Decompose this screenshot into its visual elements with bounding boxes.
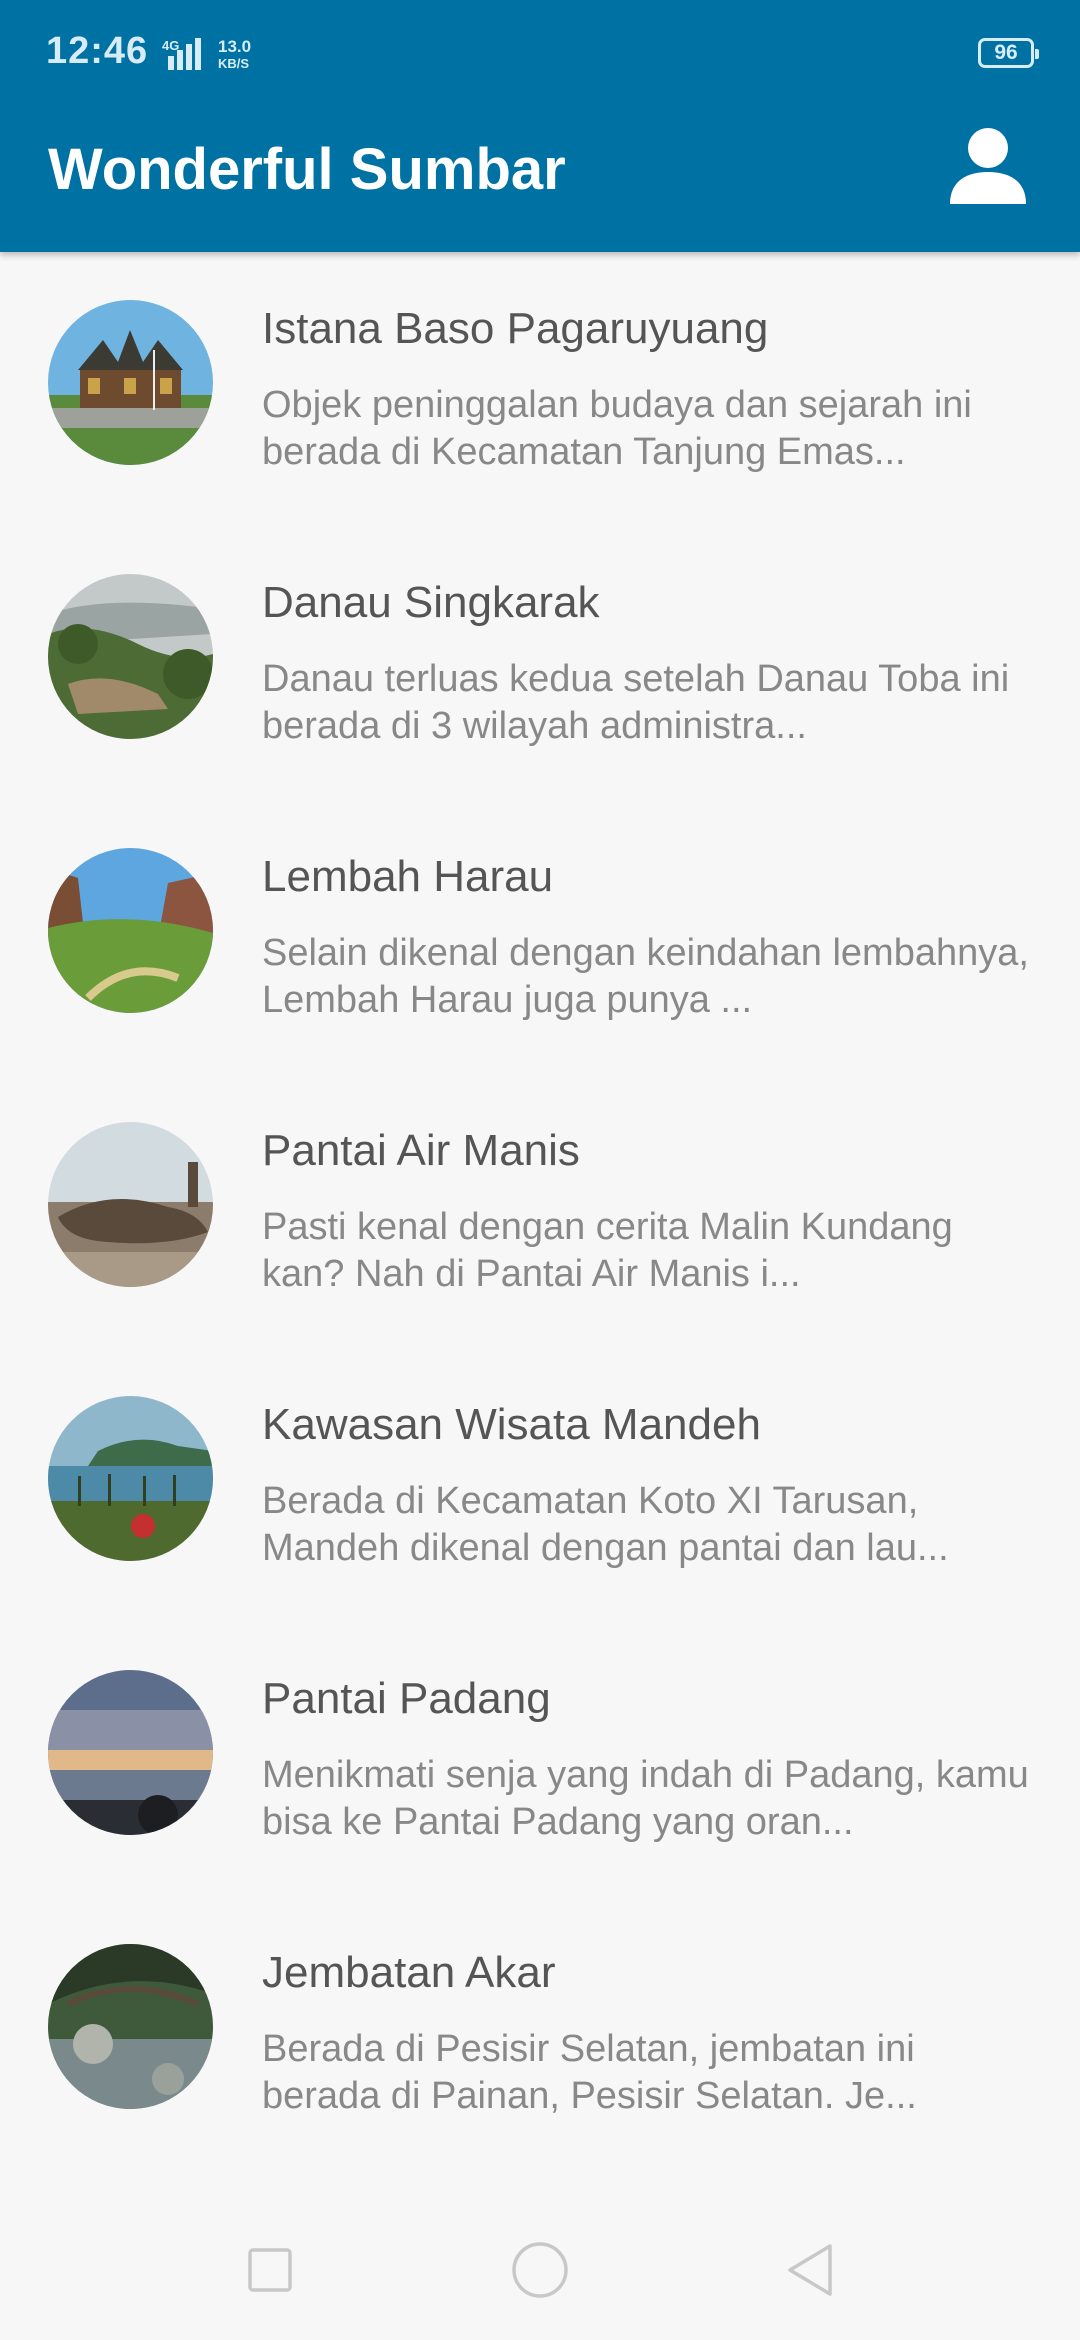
list-item[interactable]: Istana Baso Pagaruyuang Objek peninggala… <box>0 252 1080 526</box>
circle-icon[interactable] <box>510 2240 570 2300</box>
place-description: Berada di Kecamatan Koto XI Tarusan, Man… <box>262 1480 949 1569</box>
app-title: Wonderful Sumbar <box>48 137 566 202</box>
place-description: Menikmati senja yang indah di Padang, ka… <box>262 1754 1029 1843</box>
battery-icon: 96 <box>978 38 1039 68</box>
speed-unit: KB/S <box>218 56 249 71</box>
place-description: Pasti kenal dengan cerita Malin Kundang … <box>262 1206 953 1295</box>
place-title: Danau Singkarak <box>262 578 600 627</box>
square-icon[interactable] <box>240 2240 300 2300</box>
list-item[interactable]: Danau Singkarak Danau terluas kedua sete… <box>0 526 1080 800</box>
place-thumbnail <box>48 1396 213 1561</box>
place-title: Kawasan Wisata Mandeh <box>262 1400 761 1449</box>
network-type: 4G <box>162 38 179 53</box>
place-title: Jembatan Akar <box>262 1948 556 1997</box>
place-description: Berada di Pesisir Selatan, jembatan ini … <box>262 2028 917 2117</box>
place-title: Pantai Air Manis <box>262 1126 580 1175</box>
list-item[interactable]: Kawasan Wisata Mandeh Berada di Kecamata… <box>0 1348 1080 1622</box>
status-time: 12:46 <box>46 30 149 72</box>
place-thumbnail <box>48 300 213 465</box>
speed-value: 13.0 <box>218 37 251 56</box>
places-list: Istana Baso Pagaruyuang Objek peninggala… <box>0 252 1080 2170</box>
place-thumbnail <box>48 848 213 1013</box>
status-bar: 12:46 4G 13.0 KB/S 96 <box>0 0 1080 110</box>
list-item[interactable]: Jembatan Akar Berada di Pesisir Selatan,… <box>0 1896 1080 2170</box>
person-icon[interactable] <box>948 126 1028 206</box>
place-description: Danau terluas kedua setelah Danau Toba i… <box>262 658 1010 747</box>
place-thumbnail <box>48 1944 213 2109</box>
list-item[interactable]: Lembah Harau Selain dikenal dengan keind… <box>0 800 1080 1074</box>
place-thumbnail <box>48 1122 213 1287</box>
place-description: Objek peninggalan budaya dan sejarah ini… <box>262 384 972 473</box>
place-title: Lembah Harau <box>262 852 554 901</box>
signal-icon: 4G 13.0 KB/S <box>162 37 251 71</box>
place-thumbnail <box>48 1670 213 1835</box>
place-title: Pantai Padang <box>262 1674 551 1723</box>
list-item[interactable]: Pantai Air Manis Pasti kenal dengan ceri… <box>0 1074 1080 1348</box>
battery-level: 96 <box>994 41 1018 64</box>
place-description: Selain dikenal dengan keindahan lembahny… <box>262 932 1029 1021</box>
system-nav-bar <box>0 2196 1080 2340</box>
triangle-back-icon[interactable] <box>780 2240 840 2300</box>
place-title: Istana Baso Pagaruyuang <box>262 304 769 353</box>
app-bar: 12:46 4G 13.0 KB/S 96 Wonderful Sumbar <box>0 0 1080 252</box>
list-item[interactable]: Pantai Padang Menikmati senja yang indah… <box>0 1622 1080 1896</box>
place-thumbnail <box>48 574 213 739</box>
